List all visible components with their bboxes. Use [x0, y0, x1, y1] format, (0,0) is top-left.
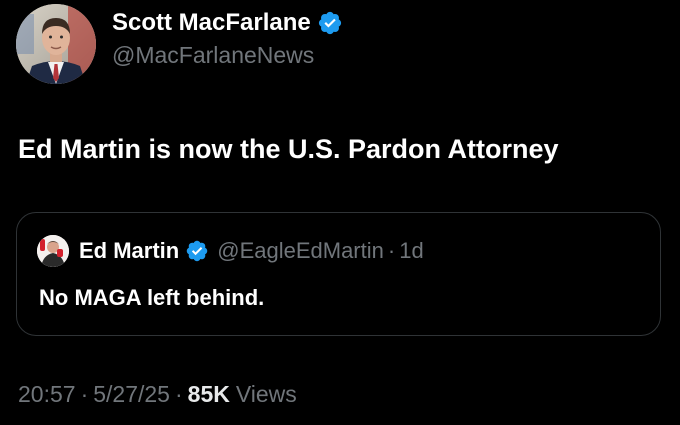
author-display-name[interactable]: Scott MacFarlane — [112, 8, 311, 38]
author-handle[interactable]: @MacFarlaneNews — [112, 40, 343, 70]
meta-separator: · — [80, 381, 89, 407]
verified-badge-icon[interactable] — [317, 10, 343, 36]
tweet-time[interactable]: 20:57 — [18, 381, 76, 408]
quoted-tweet-header: Ed Martin @EagleEdMartin · 1d — [37, 235, 424, 267]
tweet-meta: 20:57 · 5/27/25 · 85K Views — [18, 381, 297, 408]
quoted-author-display-name[interactable]: Ed Martin — [79, 238, 179, 264]
author-avatar[interactable] — [16, 4, 96, 84]
verified-badge-icon[interactable] — [185, 239, 209, 263]
tweet-date[interactable]: 5/27/25 — [93, 381, 170, 408]
meta-separator: · — [174, 381, 183, 407]
quoted-tweet[interactable]: Ed Martin @EagleEdMartin · 1d No MAGA le… — [16, 212, 661, 336]
quoted-author-avatar[interactable] — [37, 235, 69, 267]
views-count[interactable]: 85K — [188, 381, 230, 408]
quoted-author-handle[interactable]: @EagleEdMartin — [217, 238, 384, 264]
tweet-card: Scott MacFarlane @MacFarlaneNews Ed Mart… — [0, 0, 680, 425]
tweet-text: Ed Martin is now the U.S. Pardon Attorne… — [18, 134, 559, 164]
quoted-author-avatar-image — [37, 235, 69, 267]
author-display-row: Scott MacFarlane — [112, 8, 343, 38]
tweet-header: Scott MacFarlane @MacFarlaneNews — [16, 4, 343, 84]
author-names: Scott MacFarlane @MacFarlaneNews — [112, 0, 343, 79]
quoted-tweet-text: No MAGA left behind. — [39, 285, 265, 310]
quoted-timestamp[interactable]: 1d — [399, 238, 423, 264]
quoted-separator: · — [387, 238, 396, 263]
views-label: Views — [235, 381, 297, 407]
author-avatar-image — [16, 4, 96, 84]
